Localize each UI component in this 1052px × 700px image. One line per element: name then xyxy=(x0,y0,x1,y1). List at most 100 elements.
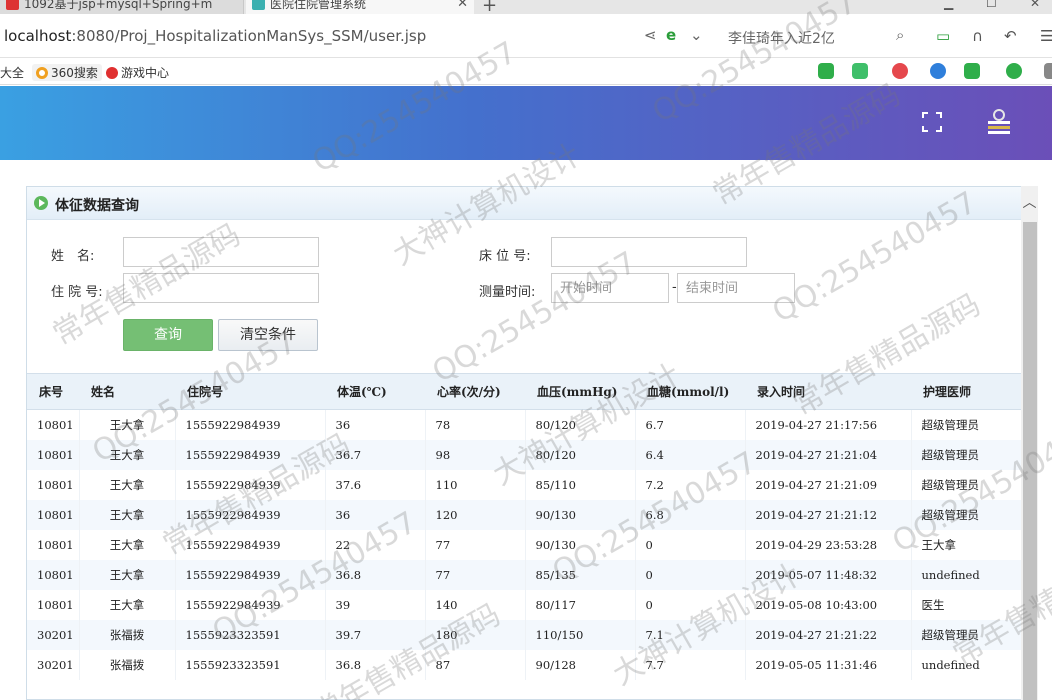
table-row[interactable]: 10801 王大拿 1555922984939 37.6 110 85/110 7.2 201… xyxy=(27,469,1021,500)
end-time-input[interactable] xyxy=(677,273,795,303)
scroll-thumb[interactable] xyxy=(1023,222,1037,700)
bed-input[interactable] xyxy=(551,237,747,267)
cell-bed: 10801 xyxy=(27,469,80,500)
cell-blood-pressure: 110/150 xyxy=(525,619,636,650)
column-header[interactable]: 姓名 xyxy=(79,373,175,410)
cell-nurse: 王大拿 xyxy=(911,529,1021,560)
close-window-icon[interactable]: ✕ xyxy=(1030,0,1040,10)
chevron-down-icon[interactable]: ⌄ xyxy=(690,26,703,44)
cell-name: 王大拿 xyxy=(79,409,176,440)
cell-nurse: 超级管理员 xyxy=(911,499,1021,530)
new-tab-icon[interactable]: + xyxy=(482,0,497,14)
wallet-icon[interactable] xyxy=(1006,63,1022,79)
cell-blood-sugar: 7.2 xyxy=(635,469,746,500)
cell-entry-time: 2019-05-05 11:31:46 xyxy=(745,649,912,680)
cell-entry-time: 2019-04-27 21:21:22 xyxy=(745,619,912,650)
cell-blood-sugar: 0 xyxy=(635,529,746,560)
cell-nurse: undefined xyxy=(911,649,1021,680)
cell-blood-pressure: 80/120 xyxy=(525,439,636,470)
clear-conditions-button[interactable]: 清空条件 xyxy=(218,319,318,351)
headphones-icon[interactable]: ∩ xyxy=(972,27,983,45)
column-header[interactable]: 床号 xyxy=(27,373,79,410)
scissors-icon[interactable] xyxy=(892,63,908,79)
cell-bed: 10801 xyxy=(27,559,80,590)
cell-heart-rate: 110 xyxy=(425,469,526,500)
scroll-up-icon[interactable]: ︿ xyxy=(1021,192,1038,216)
battery-icon[interactable]: ▭ xyxy=(936,27,950,45)
url-field[interactable]: localhost:8080/Proj_HospitalizationManSy… xyxy=(4,27,426,45)
cell-hospital-number: 1555922984939 xyxy=(175,469,326,500)
table-row[interactable]: 30201 张福拨 1555923323591 39.7 180 110/150 7.1 20… xyxy=(27,619,1021,650)
close-tab-icon[interactable]: ✕ xyxy=(457,0,468,14)
column-header[interactable]: 住院号 xyxy=(175,373,325,410)
game-pad-icon[interactable] xyxy=(964,63,980,79)
table-row[interactable]: 10801 王大拿 1555922984939 36 78 80/120 6.7 2019-0… xyxy=(27,409,1021,440)
column-header[interactable]: 录入时间 xyxy=(745,373,911,410)
cell-temperature: 36 xyxy=(325,409,426,440)
cell-blood-sugar: 7.1 xyxy=(635,619,746,650)
cell-hospital-number: 1555922984939 xyxy=(175,589,326,620)
cell-name: 张福拨 xyxy=(79,619,176,650)
browser-tab-1-title: 1092基于jsp+mysql+Spring+m xyxy=(24,0,213,11)
table-row[interactable]: 10801 王大拿 1555922984939 22 77 90/130 0 2019-04-… xyxy=(27,529,1021,560)
cell-blood-pressure: 90/128 xyxy=(525,649,636,680)
cell-blood-sugar: 7.7 xyxy=(635,649,746,680)
cell-temperature: 36.7 xyxy=(325,439,426,470)
column-header[interactable]: 心率(次/分) xyxy=(425,373,525,410)
news-search-text[interactable]: 李佳琦年入近2亿 xyxy=(728,28,835,48)
table-row[interactable]: 30201 张福拨 1555923323591 36.8 87 90/128 7.7 2019… xyxy=(27,649,1021,680)
name-label: 姓 名: xyxy=(51,249,95,264)
play-circle-icon xyxy=(34,196,48,210)
browser-tab-1[interactable]: 1092基于jsp+mysql+Spring+m xyxy=(0,0,244,14)
browser-engine-icon[interactable]: e xyxy=(666,26,676,44)
minimize-icon[interactable]: ▁ xyxy=(944,0,953,10)
grid-icon[interactable] xyxy=(1044,63,1052,79)
bookmark-game-center[interactable]: 游戏中心 xyxy=(106,64,169,81)
measure-time-label: 测量时间: xyxy=(479,285,536,300)
column-header[interactable]: 血压(mmHg) xyxy=(525,373,635,410)
hospital-number-input[interactable] xyxy=(123,273,319,303)
cell-heart-rate: 77 xyxy=(425,559,526,590)
cell-temperature: 36 xyxy=(325,499,426,530)
start-time-input[interactable] xyxy=(551,273,669,303)
column-header[interactable]: 护理医师 xyxy=(911,373,1021,410)
browser-tab-2[interactable]: 医院住院管理系统 ✕ xyxy=(246,0,474,14)
table-row[interactable]: 10801 王大拿 1555922984939 36.7 98 80/120 6.4 2019… xyxy=(27,439,1021,470)
bookmark-daquan[interactable]: 大全 xyxy=(0,64,24,81)
table-row[interactable]: 10801 王大拿 1555922984939 36.8 77 85/135 0 2019-0… xyxy=(27,559,1021,590)
cell-entry-time: 2019-05-07 11:48:32 xyxy=(745,559,912,590)
cell-blood-pressure: 90/130 xyxy=(525,499,636,530)
undo-icon[interactable]: ↶ xyxy=(1004,27,1017,45)
bookmark-360-search[interactable]: 360搜索 xyxy=(32,64,102,81)
cell-bed: 10801 xyxy=(27,439,80,470)
cell-bed: 10801 xyxy=(27,499,80,530)
name-input[interactable] xyxy=(123,237,319,267)
vital-signs-table: 床号 姓名 住院号 体温(℃) 心率(次/分) 血压(mmHg) 血糖(mmol… xyxy=(27,373,1021,680)
maximize-icon[interactable]: ☐ xyxy=(986,0,997,10)
share-icon[interactable]: ⋖ xyxy=(644,26,657,44)
column-header[interactable]: 血糖(mmol/l) xyxy=(635,373,745,410)
translate-icon[interactable] xyxy=(852,63,868,79)
cell-blood-pressure: 90/130 xyxy=(525,529,636,560)
cell-hospital-number: 1555922984939 xyxy=(175,439,326,470)
cell-blood-sugar: 6.7 xyxy=(635,409,746,440)
menu-icon[interactable]: ☰ xyxy=(1040,27,1052,45)
360-icon xyxy=(36,67,48,79)
search-icon[interactable]: ⌕ xyxy=(896,26,904,44)
magnifier-icon[interactable] xyxy=(930,63,946,79)
cell-hospital-number: 1555922984939 xyxy=(175,409,326,440)
cell-blood-pressure: 80/120 xyxy=(525,409,636,440)
wechat-icon[interactable] xyxy=(818,63,834,79)
fullscreen-icon[interactable] xyxy=(922,112,942,132)
query-button[interactable]: 查询 xyxy=(123,319,213,351)
table-row[interactable]: 10801 王大拿 1555922984939 36 120 90/130 6.8 2019-… xyxy=(27,499,1021,530)
user-avatar-icon[interactable] xyxy=(984,106,1014,136)
bookmark-game-label: 游戏中心 xyxy=(121,66,170,80)
cell-heart-rate: 78 xyxy=(425,409,526,440)
table-header-row: 床号 姓名 住院号 体温(℃) 心率(次/分) 血压(mmHg) 血糖(mmol… xyxy=(27,373,1021,410)
browser-tab-2-title: 医院住院管理系统 xyxy=(270,0,367,11)
cell-heart-rate: 77 xyxy=(425,529,526,560)
table-row[interactable]: 10801 王大拿 1555922984939 39 140 80/117 0 2019-05… xyxy=(27,589,1021,620)
cell-name: 王大拿 xyxy=(79,469,176,500)
column-header[interactable]: 体温(℃) xyxy=(325,373,425,410)
